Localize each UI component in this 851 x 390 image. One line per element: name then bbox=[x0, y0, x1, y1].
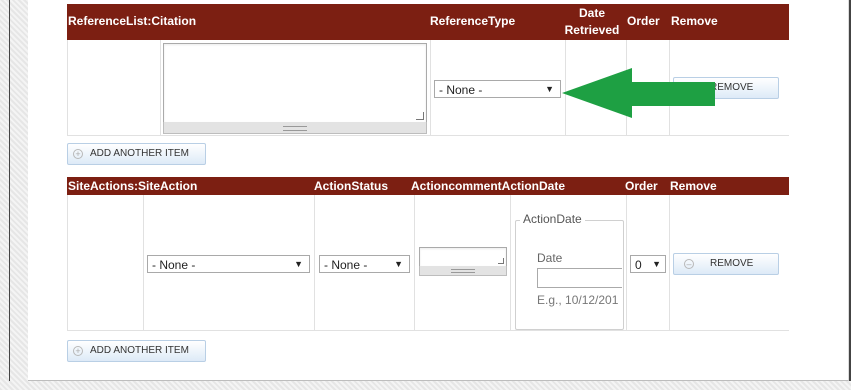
remove-site-action-button[interactable]: – REMOVE bbox=[673, 253, 779, 275]
grid-line bbox=[626, 195, 627, 331]
grid-line bbox=[510, 195, 511, 331]
frame-border bbox=[9, 0, 10, 390]
col-remove-header: Remove bbox=[671, 14, 718, 28]
plus-icon: + bbox=[73, 346, 83, 356]
page-margin bbox=[0, 0, 28, 390]
citation-textarea[interactable] bbox=[163, 43, 427, 123]
grid-line bbox=[314, 195, 315, 331]
plus-icon: + bbox=[73, 149, 83, 159]
col-reference-type-header: ReferenceType bbox=[430, 14, 516, 28]
col-action-comment-header: ActioncommentActionDate bbox=[411, 179, 566, 193]
grid-line bbox=[669, 195, 670, 331]
site-actions-header: SiteActions:SiteAction ActionStatus Acti… bbox=[67, 177, 789, 195]
resize-handle-icon[interactable] bbox=[416, 112, 424, 120]
date-label: Date bbox=[537, 251, 563, 265]
grid-line bbox=[160, 40, 161, 136]
grid-line bbox=[430, 40, 431, 136]
grid-line bbox=[67, 330, 789, 331]
add-another-label: ADD ANOTHER ITEM bbox=[90, 345, 189, 356]
grid-line bbox=[414, 195, 415, 331]
action-status-select[interactable]: - None - ▼ bbox=[319, 255, 410, 273]
col-order-header: Order bbox=[625, 179, 658, 193]
action-status-value: - None - bbox=[324, 258, 368, 272]
site-action-value: - None - bbox=[152, 258, 196, 272]
action-comment-textarea[interactable] bbox=[419, 247, 507, 267]
annotation-arrow-icon bbox=[562, 68, 715, 118]
col-citation-header: ReferenceList:Citation bbox=[68, 14, 197, 28]
add-another-label: ADD ANOTHER ITEM bbox=[90, 148, 189, 159]
col-site-action-header: SiteActions:SiteAction bbox=[68, 179, 198, 193]
reference-type-value: - None - bbox=[439, 83, 483, 97]
order-value: 0 bbox=[635, 258, 642, 272]
dropdown-caret-icon: ▼ bbox=[294, 259, 303, 269]
remove-circle-icon: – bbox=[684, 259, 694, 269]
grid-line bbox=[67, 135, 789, 136]
col-order-header: Order bbox=[627, 14, 660, 28]
reference-type-select[interactable]: - None - ▼ bbox=[434, 80, 561, 98]
grid-line bbox=[67, 40, 68, 136]
grid-line bbox=[67, 195, 68, 331]
site-action-select[interactable]: - None - ▼ bbox=[147, 255, 310, 273]
action-date-legend: ActionDate bbox=[520, 212, 585, 226]
page-bottom-margin bbox=[0, 381, 851, 390]
order-select[interactable]: 0 ▼ bbox=[630, 255, 666, 273]
remove-button-label: REMOVE bbox=[710, 258, 754, 269]
col-date-retrieved-header: Date Retrieved bbox=[564, 6, 620, 37]
grid-line bbox=[143, 195, 144, 331]
action-date-input[interactable] bbox=[537, 268, 622, 288]
dropdown-caret-icon: ▼ bbox=[652, 259, 661, 269]
col-remove-header: Remove bbox=[670, 179, 717, 193]
reference-list-header: ReferenceList:Citation ReferenceType Dat… bbox=[67, 4, 789, 40]
date-format-hint: E.g., 10/12/201 bbox=[537, 293, 619, 307]
add-another-site-action-button[interactable]: + ADD ANOTHER ITEM bbox=[67, 340, 206, 362]
dropdown-caret-icon: ▼ bbox=[394, 259, 403, 269]
textarea-grippie[interactable] bbox=[163, 122, 427, 134]
add-another-reference-button[interactable]: + ADD ANOTHER ITEM bbox=[67, 143, 206, 165]
resize-handle-icon[interactable] bbox=[498, 258, 504, 264]
dropdown-caret-icon: ▼ bbox=[545, 84, 554, 94]
textarea-grippie[interactable] bbox=[419, 266, 507, 276]
col-action-status-header: ActionStatus bbox=[314, 179, 389, 193]
